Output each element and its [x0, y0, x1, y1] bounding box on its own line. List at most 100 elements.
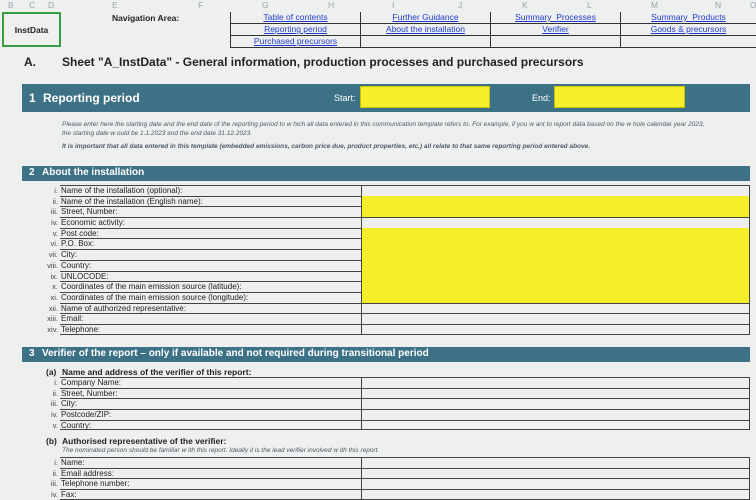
- section-heading: About the installation: [42, 167, 145, 178]
- column-header[interactable]: D: [48, 0, 54, 10]
- table-row: ii. Email address:: [53, 467, 750, 479]
- row-label: City:: [61, 250, 77, 260]
- value-input-cell[interactable]: [361, 387, 750, 399]
- row-label: Name of authorized representative:: [61, 303, 186, 313]
- value-input-cell[interactable]: [361, 323, 750, 334]
- nav-link[interactable]: Purchased precursors: [254, 36, 337, 46]
- value-input-cell[interactable]: [361, 217, 750, 228]
- value-input-cell[interactable]: [361, 409, 750, 420]
- nav-link[interactable]: Further Guidance: [392, 12, 458, 22]
- value-input-cell[interactable]: [361, 398, 750, 410]
- row-label: Name:: [61, 458, 85, 467]
- row-label: Company Name:: [61, 378, 122, 387]
- section-number: 1: [29, 91, 36, 105]
- row-number: iii.: [50, 479, 58, 489]
- table-row: iii. City:: [51, 398, 750, 410]
- table-row: i. Name of the installation (optional):: [54, 185, 750, 196]
- nav-link[interactable]: Reporting period: [264, 24, 327, 34]
- navigation-grid: Table of contents Further Guidance Summary…: [230, 12, 756, 48]
- installation-table: i. Name of the installation (optional): ii…: [47, 185, 750, 335]
- row-number: i.: [54, 186, 58, 195]
- section-number: 3: [29, 348, 35, 359]
- nav-cell: [360, 36, 490, 48]
- row-number: i.: [54, 458, 58, 467]
- row-label: City:: [61, 399, 77, 409]
- column-header[interactable]: O: [750, 0, 756, 10]
- verifier-b-label: (b): [46, 436, 57, 446]
- column-header[interactable]: B: [8, 0, 14, 10]
- row-number: v.: [52, 228, 58, 238]
- value-input-cell[interactable]: [361, 467, 750, 479]
- row-label: Coordinates of the main emission source …: [61, 282, 242, 292]
- row-number: iv.: [51, 218, 58, 228]
- nav-cell: Verifier: [490, 24, 620, 36]
- nav-cell: [490, 36, 620, 48]
- value-input-cell[interactable]: [361, 185, 750, 196]
- table-row: ii. Name of the installation (English nam…: [53, 195, 750, 207]
- section-heading: Reporting period: [43, 91, 140, 105]
- column-header[interactable]: H: [328, 0, 334, 10]
- value-input-cell[interactable]: [361, 302, 750, 314]
- end-label: End:: [532, 93, 551, 103]
- value-input-cell[interactable]: [361, 238, 750, 250]
- nav-cell: Purchased precursors: [230, 36, 360, 48]
- column-header[interactable]: J: [458, 0, 462, 10]
- table-row: iii. Telephone number:: [51, 478, 750, 490]
- column-header[interactable]: C: [29, 0, 35, 10]
- column-header[interactable]: L: [587, 0, 592, 10]
- value-input-cell[interactable]: [361, 249, 750, 260]
- table-row: viii. Country:: [47, 259, 750, 271]
- row-label: Post code:: [61, 228, 99, 238]
- value-input-cell[interactable]: [361, 478, 750, 490]
- start-date-input[interactable]: [360, 86, 490, 108]
- row-number: ii.: [52, 388, 58, 398]
- value-input-cell[interactable]: [361, 419, 750, 430]
- row-number: ii.: [52, 196, 58, 206]
- row-label: Postcode/ZIP:: [61, 410, 112, 420]
- nav-link[interactable]: Table of contents: [263, 12, 327, 22]
- nav-link[interactable]: Goods & precursors: [651, 24, 727, 34]
- value-input-cell[interactable]: [361, 457, 750, 468]
- table-row: i. Name:: [54, 457, 750, 468]
- table-row: iv. Economic activity:: [51, 217, 750, 228]
- value-input-cell[interactable]: [361, 270, 750, 282]
- column-header[interactable]: K: [522, 0, 528, 10]
- verifier-address-table: i. Company Name: ii. Street, Number: iii. Cit…: [51, 377, 750, 431]
- table-row: iv. Postcode/ZIP:: [51, 409, 750, 420]
- table-row: vii. City:: [49, 249, 750, 260]
- table-row: ii. Street, Number:: [53, 387, 750, 399]
- value-input-cell[interactable]: [361, 489, 750, 499]
- column-header[interactable]: G: [262, 0, 269, 10]
- value-input-cell[interactable]: [361, 195, 750, 207]
- nav-link[interactable]: Summary_Products: [651, 12, 726, 22]
- column-header[interactable]: F: [198, 0, 203, 10]
- row-number: ii.: [52, 468, 58, 478]
- end-date-input[interactable]: [554, 86, 685, 108]
- nav-cell: Further Guidance: [360, 12, 490, 24]
- table-row: i. Company Name:: [54, 377, 750, 388]
- sheet-name-cell[interactable]: InstData: [2, 12, 61, 47]
- value-input-cell[interactable]: [361, 227, 750, 239]
- row-number: xi.: [50, 292, 59, 302]
- nav-link[interactable]: About the installation: [386, 24, 465, 34]
- value-input-cell[interactable]: [361, 259, 750, 271]
- nav-link[interactable]: Summary_Processes: [515, 12, 596, 22]
- nav-cell: Table of contents: [230, 12, 360, 24]
- nav-link[interactable]: Verifier: [542, 24, 568, 34]
- value-input-cell[interactable]: [361, 313, 750, 324]
- column-header[interactable]: I: [392, 0, 394, 10]
- nav-cell: Reporting period: [230, 24, 360, 36]
- table-row: vi. P.O. Box:: [51, 238, 750, 250]
- value-input-cell[interactable]: [361, 281, 750, 292]
- value-input-cell[interactable]: [361, 291, 750, 303]
- verifier-b-note: The nominated person should be familiar …: [62, 447, 380, 454]
- table-row: iv. Fax:: [51, 489, 750, 500]
- value-input-cell[interactable]: [361, 206, 750, 218]
- column-header[interactable]: N: [715, 0, 721, 10]
- verifier-representative-table: i. Name: ii. Email address: iii. Telephone nu…: [51, 457, 750, 500]
- column-header[interactable]: E: [112, 0, 118, 10]
- row-number: vii.: [48, 250, 58, 260]
- column-header[interactable]: M: [651, 0, 658, 10]
- value-input-cell[interactable]: [361, 377, 750, 388]
- nav-cell: About the installation: [360, 24, 490, 36]
